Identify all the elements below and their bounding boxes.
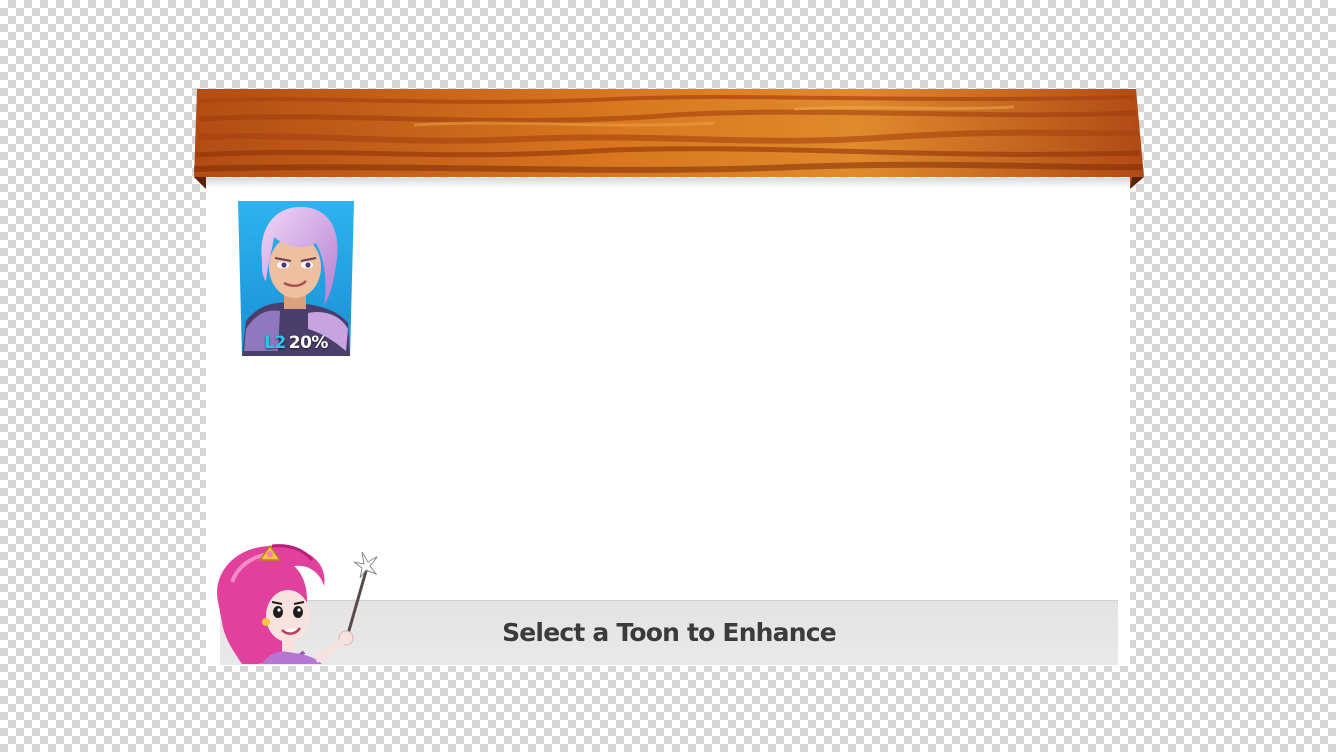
panel-top-shadow bbox=[206, 178, 1130, 188]
pink-fairy-mascot-icon bbox=[212, 542, 377, 664]
toon-card[interactable]: L2 20% bbox=[238, 201, 354, 356]
wooden-header-plank bbox=[194, 89, 1144, 189]
toon-progress-label: 20% bbox=[288, 333, 329, 353]
toon-level-label: L2 bbox=[264, 333, 286, 353]
toon-stats: L2 20% bbox=[238, 333, 354, 353]
